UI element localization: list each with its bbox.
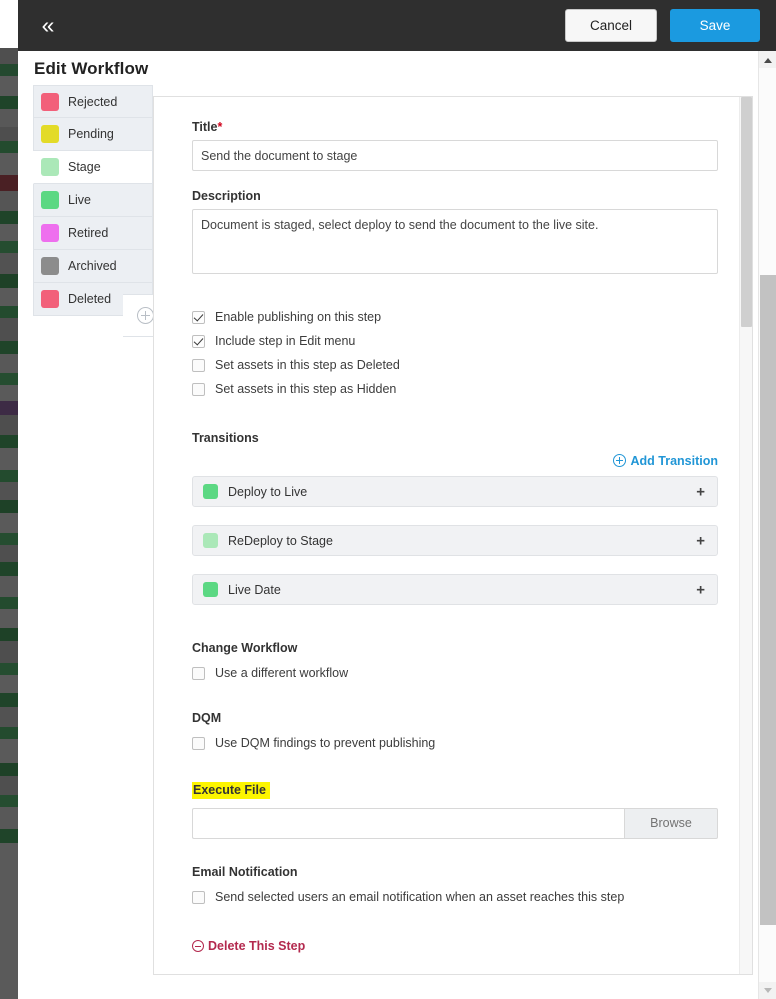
step-label: Stage <box>68 160 101 174</box>
use-different-workflow-checkbox[interactable] <box>192 666 205 680</box>
dqm-prevent-publishing-row[interactable]: Use DQM findings to prevent publishing <box>192 731 718 755</box>
scroll-down-arrow-icon[interactable] <box>759 982 776 999</box>
transitions-list: Deploy to Live + ReDeploy to Stage + Live Da… <box>192 476 718 605</box>
workflow-step-retired[interactable]: Retired <box>33 217 153 250</box>
dqm-heading: DQM <box>192 711 222 725</box>
add-transition-button[interactable]: Add Transition <box>192 454 718 468</box>
execute-file-heading: Execute File <box>192 781 718 799</box>
workflow-step-live[interactable]: Live <box>33 184 153 217</box>
browse-button[interactable]: Browse <box>624 808 718 839</box>
step-label: Rejected <box>68 94 118 109</box>
execute-file-row: Browse <box>192 808 718 839</box>
description-textarea[interactable] <box>192 209 718 274</box>
collapse-panel-icon[interactable]: « <box>30 8 66 42</box>
step-label: Archived <box>68 259 117 273</box>
step-option-label: Set assets in this step as Hidden <box>215 382 397 396</box>
scroll-up-arrow-icon[interactable] <box>759 51 776 68</box>
circle-minus-icon <box>192 940 204 952</box>
delete-step-button[interactable]: Delete This Step <box>192 939 305 953</box>
title-label-text: Title <box>192 120 218 134</box>
transition-label: ReDeploy to Stage <box>228 533 333 548</box>
step-color-swatch <box>41 158 59 176</box>
transition-expand-icon[interactable]: + <box>696 533 705 548</box>
save-button[interactable]: Save <box>670 9 760 42</box>
step-color-swatch <box>41 224 59 242</box>
use-different-workflow-label: Use a different workflow <box>215 666 349 680</box>
execute-file-input[interactable] <box>192 808 624 839</box>
top-toolbar: « Cancel Save <box>18 0 776 51</box>
step-option-label: Set assets in this step as Deleted <box>215 358 400 372</box>
page-title: Edit Workflow <box>34 59 149 78</box>
detail-panel-scroll-thumb[interactable] <box>741 97 752 327</box>
step-options-group: Enable publishing on this step Include st… <box>192 305 718 401</box>
step-option-label: Enable publishing on this step <box>215 310 382 324</box>
dqm-prevent-publishing-label: Use DQM findings to prevent publishing <box>215 736 436 750</box>
dqm-prevent-publishing-checkbox[interactable] <box>192 736 205 750</box>
workflow-step-stage[interactable]: Stage <box>33 151 153 184</box>
step-label: Live <box>68 193 91 207</box>
window-scrollbar[interactable] <box>758 51 776 999</box>
execute-file-heading-text: Execute File <box>192 782 270 799</box>
step-option-row[interactable]: Set assets in this step as Hidden <box>192 377 718 401</box>
step-option-checkbox[interactable] <box>192 358 205 372</box>
transition-label: Deploy to Live <box>228 484 308 499</box>
transition-row[interactable]: Live Date + <box>192 574 718 605</box>
transition-row[interactable]: Deploy to Live + <box>192 476 718 507</box>
transition-row[interactable]: ReDeploy to Stage + <box>192 525 718 556</box>
workflow-step-list: Rejected Pending Stage Live Retired Archived D… <box>33 85 153 316</box>
step-option-checkbox[interactable] <box>192 382 205 396</box>
cancel-button[interactable]: Cancel <box>565 9 657 42</box>
workflow-step-pending[interactable]: Pending <box>33 118 153 151</box>
step-option-row[interactable]: Set assets in this step as Deleted <box>192 353 718 377</box>
title-field-label: Title* <box>192 120 718 134</box>
step-label: Retired <box>68 226 109 240</box>
step-color-swatch <box>41 125 59 143</box>
add-transition-label: Add Transition <box>630 454 719 468</box>
use-different-workflow-row[interactable]: Use a different workflow <box>192 661 718 685</box>
workflow-step-rejected[interactable]: Rejected <box>33 85 153 118</box>
step-color-swatch <box>41 92 59 111</box>
step-option-row[interactable]: Include step in Edit menu <box>192 329 718 353</box>
transitions-heading: Transitions <box>192 431 259 445</box>
detail-panel-scrollbar[interactable] <box>739 97 752 974</box>
modal-body: Edit Workflow Rejected Pending Stage Live Re… <box>18 51 776 999</box>
add-step-icon[interactable] <box>137 307 154 324</box>
step-option-row[interactable]: Enable publishing on this step <box>192 305 718 329</box>
title-input[interactable] <box>192 140 718 171</box>
step-detail-content: Title* Description Enable publishing on … <box>154 97 740 974</box>
transition-color-swatch <box>203 484 218 499</box>
step-label: Deleted <box>68 292 112 306</box>
window-scroll-thumb[interactable] <box>760 275 776 925</box>
app-root: « Cancel Save Edit Workflow Rejected Pend… <box>0 0 776 999</box>
step-option-label: Include step in Edit menu <box>215 334 356 348</box>
email-notification-row[interactable]: Send selected users an email notificatio… <box>192 885 718 909</box>
step-option-checkbox[interactable] <box>192 310 205 324</box>
required-marker: * <box>217 120 223 134</box>
step-color-swatch <box>41 191 59 209</box>
change-workflow-heading: Change Workflow <box>192 641 298 655</box>
workflow-step-archived[interactable]: Archived <box>33 250 153 283</box>
circle-plus-icon <box>612 454 626 467</box>
step-label: Pending <box>68 127 114 141</box>
step-detail-panel: Title* Description Enable publishing on … <box>153 96 753 975</box>
step-color-swatch <box>41 257 59 275</box>
transition-color-swatch <box>203 582 218 597</box>
transition-label: Live Date <box>228 582 281 597</box>
email-notification-heading: Email Notification <box>192 865 298 879</box>
transition-expand-icon[interactable]: + <box>696 582 705 597</box>
description-field-label: Description <box>192 189 261 203</box>
delete-step-label: Delete This Step <box>208 939 306 953</box>
transition-expand-icon[interactable]: + <box>696 484 705 499</box>
email-notification-label: Send selected users an email notificatio… <box>215 890 625 904</box>
transition-color-swatch <box>203 533 218 548</box>
step-option-checkbox[interactable] <box>192 334 205 348</box>
email-notification-checkbox[interactable] <box>192 890 205 904</box>
step-color-swatch <box>41 290 59 308</box>
